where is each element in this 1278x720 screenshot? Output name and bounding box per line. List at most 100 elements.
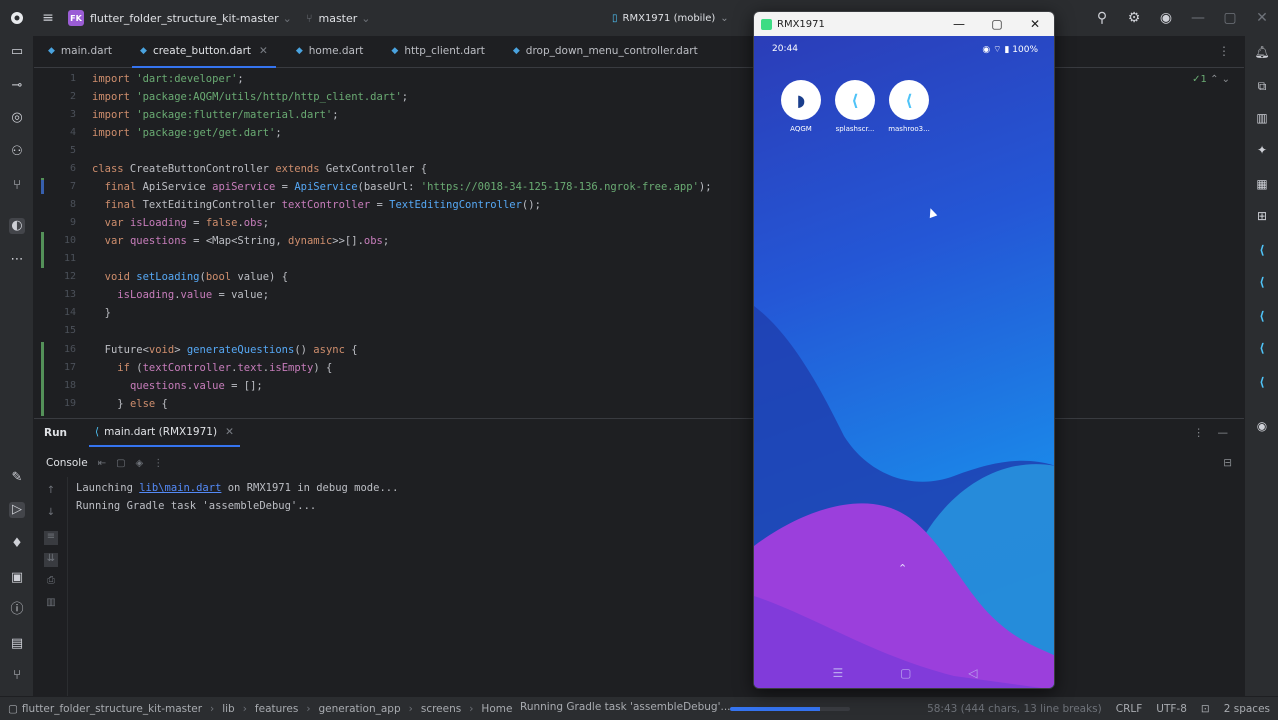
task-progress-bar[interactable] <box>730 707 850 711</box>
maximize-icon[interactable]: ▢ <box>978 12 1016 36</box>
project-name[interactable]: flutter_folder_structure_kit-master <box>90 12 279 25</box>
background-task-label[interactable]: Running Gradle task 'assembleDebug'... <box>520 701 731 713</box>
scroll-to-end-icon[interactable]: ⇊ <box>44 553 58 567</box>
home-icon[interactable]: ▢ <box>900 666 911 680</box>
more-options-icon[interactable]: ⋮ <box>1194 427 1205 439</box>
more-tools-icon[interactable]: ⋯ <box>9 252 25 268</box>
run-config-tab[interactable]: ⟨ main.dart (RMX1971) ✕ <box>89 419 240 447</box>
app-splashscreen[interactable]: ⟨ splashscr... <box>828 80 882 133</box>
run-icon[interactable]: ▷ <box>9 502 25 518</box>
device-screen[interactable]: 20:44 ◉ ⌔ ▮ 100% ◗ AQGM ⟨ splashscr... ⟨… <box>754 36 1054 688</box>
debug-icon[interactable]: ♦ <box>9 536 25 552</box>
flutter-performance-icon[interactable]: ⟨ <box>1254 274 1270 290</box>
close-icon[interactable]: ✕ <box>1246 10 1278 26</box>
tab-create-button-dart[interactable]: ◆ create_button.dart ✕ <box>126 35 282 68</box>
line-separator[interactable]: CRLF <box>1116 703 1143 715</box>
devtools-icon[interactable]: ◈ <box>136 458 144 469</box>
emulator-title-bar[interactable]: RMX1971 — ▢ ✕ <box>754 12 1054 36</box>
chevron-down-icon[interactable]: ⌄ <box>283 12 292 25</box>
console-output-line: Launching lib\main.dart on RMX1971 in de… <box>76 482 399 494</box>
dart-file-icon: ◆ <box>391 46 399 56</box>
plugins-icon[interactable]: ⚇ <box>9 144 25 160</box>
readonly-toggle-icon[interactable]: ⊡ <box>1201 703 1210 715</box>
console-toolbar: Console ⇤ ▢ ◈ ⋮ ⊟ <box>34 451 1244 475</box>
tab-drop-down-menu-controller-dart[interactable]: ◆ drop_down_menu_controller.dart <box>499 35 712 67</box>
minimize-icon[interactable]: — <box>940 12 978 36</box>
main-menu-icon[interactable]: ≡ <box>34 10 62 26</box>
account-icon[interactable]: ◉ <box>1150 10 1182 26</box>
main-dart-link[interactable]: lib\main.dart <box>139 482 221 494</box>
caret-position[interactable]: 58:43 (444 chars, 13 line breaks) <box>927 703 1102 715</box>
emulator-icon[interactable]: ⊞ <box>1254 208 1270 224</box>
wallpaper-waves <box>754 306 1054 688</box>
problems-icon[interactable]: ⓘ <box>9 602 25 618</box>
tab-main-dart[interactable]: ◆ main.dart <box>34 35 126 67</box>
search-icon[interactable]: ⚲ <box>1086 10 1118 26</box>
commit-icon[interactable]: ⊸ <box>9 78 25 94</box>
app-aqgm[interactable]: ◗ AQGM <box>774 80 828 133</box>
print-icon[interactable]: ⎙ <box>44 575 58 589</box>
device-selector[interactable]: ▯ RMX1971 (mobile) ⌄ <box>612 8 729 28</box>
copilot-icon[interactable]: ◐ <box>9 218 25 234</box>
emulator-window[interactable]: RMX1971 — ▢ ✕ 20:44 ◉ ⌔ ▮ 100% ◗ AQGM ⟨ … <box>753 11 1055 689</box>
hide-panel-icon[interactable]: — <box>1218 427 1229 439</box>
trash-icon[interactable]: ▥ <box>44 597 58 611</box>
run-panel-title: Run <box>44 427 68 439</box>
gear-icon[interactable]: ⚙ <box>1118 10 1150 26</box>
notifications-icon[interactable]: 🔔︎ <box>1254 44 1270 60</box>
structure-icon[interactable]: ◎ <box>9 110 25 126</box>
breadcrumb-item[interactable]: generation_app <box>319 703 401 715</box>
breadcrumb-item[interactable]: lib <box>222 703 235 715</box>
layout-icon[interactable]: ⊟ <box>1223 457 1232 469</box>
console-tab[interactable]: Console <box>46 457 88 469</box>
tabs-more-icon[interactable]: ⋮ <box>1218 44 1230 58</box>
indent-setting[interactable]: 2 spaces <box>1224 703 1270 715</box>
flutter-deep-links-icon[interactable]: ⟨ <box>1254 374 1270 390</box>
project-folder-icon[interactable]: ▭ <box>9 44 25 60</box>
app-drawer-chevron-icon[interactable]: ⌃ <box>898 562 907 575</box>
flutter-inspector-icon[interactable]: ✎ <box>9 470 25 486</box>
flutter-outline-icon[interactable]: ⟨ <box>1254 242 1270 258</box>
close-tab-icon[interactable]: ✕ <box>259 45 268 57</box>
device-mirror-icon[interactable]: ▦ <box>1254 176 1270 192</box>
breadcrumb-item[interactable]: screens <box>421 703 461 715</box>
tab-http-client-dart[interactable]: ◆ http_client.dart <box>377 35 498 67</box>
app-logo-icon[interactable] <box>0 11 34 25</box>
chevron-down-icon[interactable]: ⌄ <box>361 12 370 25</box>
app-mashroo3[interactable]: ⟨ mashroo3... <box>882 80 936 133</box>
breadcrumb-item[interactable]: Home <box>481 703 512 715</box>
device-manager-icon[interactable]: ▥ <box>1254 110 1270 126</box>
git-icon[interactable]: ⑂ <box>9 668 25 684</box>
clear-icon[interactable]: ⇤ <box>98 458 106 469</box>
file-encoding[interactable]: UTF-8 <box>1156 703 1187 715</box>
branch-name[interactable]: master <box>319 12 358 25</box>
flutter-inspector-icon[interactable]: ⟨ <box>1254 308 1270 324</box>
breadcrumb-item[interactable]: features <box>255 703 298 715</box>
recent-apps-icon[interactable]: ☰ <box>832 666 843 680</box>
close-tab-icon[interactable]: ✕ <box>225 426 234 438</box>
maximize-icon[interactable]: ▢ <box>1214 10 1246 26</box>
soft-wrap-icon[interactable]: ≡ <box>44 531 58 545</box>
pull-requests-icon[interactable]: ⑂ <box>9 178 25 194</box>
copilot-chat-icon[interactable]: ◉ <box>1254 418 1270 434</box>
flutter-devtools-icon[interactable]: ⟨ <box>1254 340 1270 356</box>
inspection-widget[interactable]: ✓1 ⌃ ⌄ <box>1192 74 1230 85</box>
back-icon[interactable]: ◁ <box>968 666 977 680</box>
battery-level: 100% <box>1012 45 1038 55</box>
terminal-icon[interactable]: ▤ <box>9 636 25 652</box>
phone-icon: ▯ <box>612 12 618 24</box>
breadcrumb-item[interactable]: flutter_folder_structure_kit-master <box>22 703 202 715</box>
more-icon[interactable]: ⋮ <box>153 458 163 469</box>
project-badge: FK <box>68 10 84 26</box>
scroll-up-icon[interactable]: ↑ <box>44 485 58 499</box>
services-icon[interactable]: ▣ <box>9 570 25 586</box>
stop-icon[interactable]: ▢ <box>116 458 125 469</box>
tab-home-dart[interactable]: ◆ home.dart <box>282 35 378 67</box>
close-icon[interactable]: ✕ <box>1016 12 1054 36</box>
flutter-icon: ⟨ <box>95 426 100 438</box>
minimize-icon[interactable]: — <box>1182 10 1214 26</box>
scroll-down-icon[interactable]: ↓ <box>44 507 58 521</box>
code-editor[interactable]: ✓1 ⌃ ⌄ 1 import 'dart:developer'; 2 import… <box>34 68 1244 416</box>
gradle-icon[interactable]: ⧉ <box>1254 78 1270 94</box>
ai-assistant-icon[interactable]: ✦ <box>1254 142 1270 158</box>
